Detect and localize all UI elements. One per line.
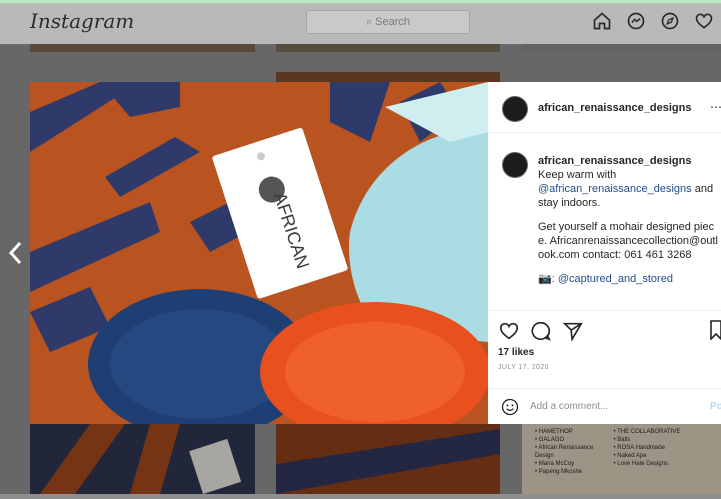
comment-row: Add a comment... Po	[488, 388, 721, 425]
chevron-left-icon[interactable]	[6, 238, 26, 268]
post-username[interactable]: african_renaissance_designs	[538, 102, 691, 114]
top-nav-bar: Instagram ⌕ Search	[0, 0, 721, 45]
share-icon[interactable]	[562, 320, 584, 342]
nav-icons	[592, 11, 714, 31]
comment-input[interactable]: Add a comment...	[530, 401, 608, 412]
caption-credit-link[interactable]: : @captured_and_stored	[552, 273, 673, 285]
camera-icon: 📷	[538, 273, 552, 285]
divider	[488, 132, 721, 133]
divider	[488, 310, 721, 311]
avatar[interactable]	[502, 152, 528, 178]
explore-compass-icon[interactable]	[660, 11, 680, 31]
messenger-icon[interactable]	[626, 11, 646, 31]
search-icon: ⌕	[365, 16, 376, 28]
instagram-logo[interactable]: Instagram	[30, 9, 134, 33]
search-placeholder: Search	[375, 16, 411, 28]
heart-activity-icon[interactable]	[694, 11, 714, 31]
emoji-icon[interactable]	[500, 397, 520, 417]
post-side-panel: african_renaissance_designs ⋯ african_re…	[488, 82, 721, 424]
post-date: JULY 17, 2020	[498, 364, 549, 371]
caption-mention-link[interactable]: @african_renaissance_designs	[538, 183, 692, 195]
bookmark-icon[interactable]	[710, 320, 721, 340]
caption-text: Keep warm with	[538, 169, 617, 181]
knitwear-photo: AFRICAN	[30, 82, 488, 424]
search-input[interactable]: ⌕ Search	[306, 10, 470, 34]
caption-username[interactable]: african_renaissance_designs	[538, 155, 691, 167]
caption-text: Get yourself a mohair designed piece. Af…	[538, 221, 718, 261]
likes-count[interactable]: 17 likes	[498, 347, 534, 358]
home-icon[interactable]	[592, 11, 612, 31]
avatar[interactable]	[502, 96, 528, 122]
more-options-icon[interactable]: ⋯	[710, 100, 721, 114]
post-modal: AFRICAN african_renaissance_designs ⋯ af…	[30, 82, 721, 424]
like-heart-icon[interactable]	[498, 320, 520, 342]
post-comment-button[interactable]: Po	[710, 401, 721, 412]
browser-accent-line	[0, 0, 721, 3]
post-photo: AFRICAN	[30, 82, 488, 424]
post-caption: african_renaissance_designs Keep warm wi…	[538, 154, 718, 296]
post-actions	[498, 320, 584, 342]
comment-icon[interactable]	[530, 320, 552, 342]
